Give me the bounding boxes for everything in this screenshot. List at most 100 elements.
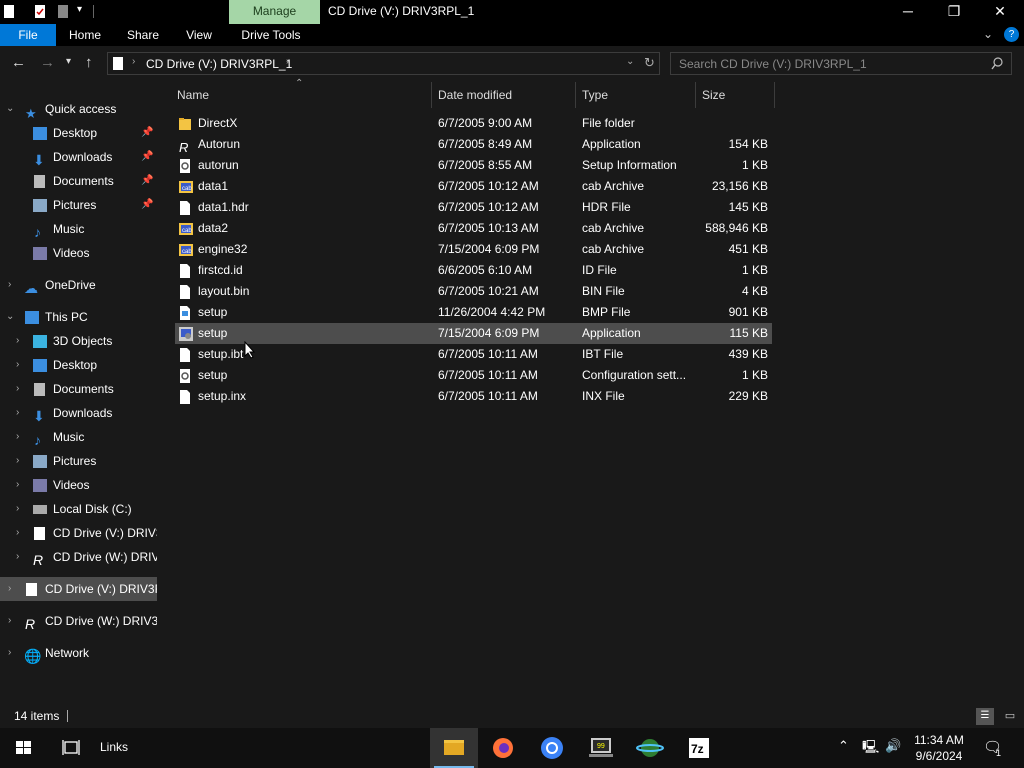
sidebar-item-quick-access[interactable]: ⌄ ★ Quick access: [0, 97, 157, 121]
maximize-button[interactable]: ❐: [931, 0, 977, 24]
clock[interactable]: 11:34 AM 9/6/2024: [906, 732, 972, 764]
breadcrumb[interactable]: CD Drive (V:) DRIV3RPL_1: [146, 57, 292, 71]
column-header-name[interactable]: Name: [177, 82, 430, 108]
expand-chevron-icon[interactable]: ›: [16, 425, 19, 449]
sidebar-item-3d-objects[interactable]: › 3D Objects: [0, 329, 157, 353]
column-divider[interactable]: [575, 82, 576, 108]
forward-arrow-icon[interactable]: →: [40, 54, 55, 71]
file-row[interactable]: setup 6/7/2005 10:11 AM Configuration sett…: [175, 365, 772, 386]
sidebar-item-this-pc[interactable]: ⌄ This PC: [0, 305, 157, 329]
close-button[interactable]: ✕: [977, 0, 1023, 24]
file-row[interactable]: cab engine32 7/15/2004 6:09 PM cab Archive 4…: [175, 239, 772, 260]
expand-chevron-icon[interactable]: ›: [8, 273, 11, 297]
file-row[interactable]: cab data2 6/7/2005 10:13 AM cab Archive 588,…: [175, 218, 772, 239]
task-view-icon[interactable]: [48, 728, 96, 768]
column-divider[interactable]: [431, 82, 432, 108]
expand-chevron-icon[interactable]: ›: [16, 521, 19, 545]
back-arrow-icon[interactable]: ←: [11, 54, 26, 71]
address-dropdown-icon[interactable]: ⌄: [626, 56, 634, 67]
file-explorer-icon[interactable]: [430, 728, 478, 768]
sidebar-item-documents[interactable]: Documents 📌: [0, 169, 157, 193]
sidebar-item-local-disk[interactable]: › Local Disk (C:): [0, 497, 157, 521]
search-box[interactable]: Search CD Drive (V:) DRIV3RPL_1: [670, 52, 1012, 75]
firefox-icon[interactable]: [479, 728, 527, 768]
tab-home[interactable]: Home: [60, 24, 110, 46]
start-windows-icon[interactable]: [0, 728, 48, 768]
file-row[interactable]: firstcd.id 6/6/2005 6:10 AM ID File 1 KB: [175, 260, 772, 281]
sidebar-item-desktop[interactable]: Desktop 📌: [0, 121, 157, 145]
volume-icon[interactable]: 🔊: [885, 738, 901, 754]
sidebar-item-cd-drive-v-pc[interactable]: › CD Drive (V:) DRIV3RPL_1: [0, 521, 157, 545]
expand-chevron-icon[interactable]: ⌄: [6, 97, 14, 121]
sidebar-item-cd-drive-w-pc[interactable]: › R CD Drive (W:) DRIV3RPL_2: [0, 545, 157, 569]
expand-chevron-icon[interactable]: ›: [8, 641, 11, 665]
file-row[interactable]: setup 11/26/2004 4:42 PM BMP File 901 KB: [175, 302, 772, 323]
file-row[interactable]: setup.inx 6/7/2005 10:11 AM INX File 229 KB: [175, 386, 772, 407]
links-toolbar[interactable]: Links: [100, 740, 128, 754]
search-icon[interactable]: [991, 57, 1004, 70]
file-row[interactable]: setup.ibt 6/7/2005 10:11 AM IBT File 439 KB: [175, 344, 772, 365]
network-app-icon[interactable]: [626, 728, 674, 768]
sidebar-item-downloads-pc[interactable]: › ⬇ Downloads: [0, 401, 157, 425]
tab-manage[interactable]: Manage: [229, 0, 320, 24]
expand-chevron-icon[interactable]: ›: [8, 609, 11, 633]
sidebar-item-cd-drive-w[interactable]: › R CD Drive (W:) DRIV3RPL_2: [0, 609, 157, 633]
expand-chevron-icon[interactable]: ›: [16, 449, 19, 473]
sidebar-item-pictures-pc[interactable]: › Pictures: [0, 449, 157, 473]
expand-chevron-icon[interactable]: ›: [8, 577, 11, 601]
file-row[interactable]: R Autorun 6/7/2005 8:49 AM Application 154 K…: [175, 134, 772, 155]
column-divider[interactable]: [695, 82, 696, 108]
file-icon[interactable]: [3, 4, 15, 19]
sidebar-item-cd-drive-v[interactable]: › CD Drive (V:) DRIV3RPL_1: [0, 577, 157, 601]
sidebar-item-downloads[interactable]: ⬇ Downloads 📌: [0, 145, 157, 169]
breadcrumb-chevron-icon[interactable]: ›: [286, 56, 289, 67]
column-divider[interactable]: [774, 82, 775, 108]
tab-drive-tools[interactable]: Drive Tools: [235, 24, 307, 46]
expand-chevron-icon[interactable]: ›: [16, 401, 19, 425]
file-row[interactable]: layout.bin 6/7/2005 10:21 AM BIN File 4 KB: [175, 281, 772, 302]
help-icon[interactable]: ?: [1004, 27, 1019, 42]
expand-ribbon-icon[interactable]: ⌄: [983, 27, 993, 41]
file-row[interactable]: data1.hdr 6/7/2005 10:12 AM HDR File 145 KB: [175, 197, 772, 218]
chrome-icon[interactable]: [528, 728, 576, 768]
game-launcher-icon[interactable]: 99: [577, 728, 625, 768]
up-arrow-icon[interactable]: ↑: [85, 54, 93, 71]
sidebar-item-videos-pc[interactable]: › Videos: [0, 473, 157, 497]
address-bar[interactable]: › CD Drive (V:) DRIV3RPL_1 › ⌄ ↻: [107, 52, 660, 75]
expand-chevron-icon[interactable]: ›: [16, 353, 19, 377]
tab-view[interactable]: View: [176, 24, 222, 46]
file-row[interactable]: setup 7/15/2004 6:09 PM Application 115 KB: [175, 323, 772, 344]
tab-file[interactable]: File: [0, 24, 56, 46]
sidebar-item-music-pc[interactable]: › ♪ Music: [0, 425, 157, 449]
details-view-icon[interactable]: ☰: [976, 708, 994, 725]
large-icons-view-icon[interactable]: ▭: [1001, 708, 1019, 725]
sidebar-item-onedrive[interactable]: › ☁ OneDrive: [0, 273, 157, 297]
column-header-date[interactable]: Date modified: [438, 82, 574, 108]
minimize-button[interactable]: ─: [885, 0, 931, 24]
file-row[interactable]: DirectX 6/7/2005 9:00 AM File folder: [175, 113, 772, 134]
expand-chevron-icon[interactable]: ›: [16, 545, 19, 569]
search-input[interactable]: Search CD Drive (V:) DRIV3RPL_1: [679, 57, 867, 71]
tab-share[interactable]: Share: [118, 24, 168, 46]
recent-locations-icon[interactable]: ▾: [66, 56, 71, 67]
expand-chevron-icon[interactable]: ⌄: [6, 305, 14, 329]
expand-chevron-icon[interactable]: ›: [16, 329, 19, 353]
new-folder-icon[interactable]: [57, 4, 69, 19]
column-header-type[interactable]: Type: [582, 82, 692, 108]
quick-access-dropdown-icon[interactable]: ▾: [77, 4, 82, 15]
properties-icon[interactable]: [34, 4, 46, 19]
expand-chevron-icon[interactable]: ›: [16, 377, 19, 401]
sidebar-item-pictures[interactable]: Pictures 📌: [0, 193, 157, 217]
column-header-size[interactable]: Size: [702, 82, 772, 108]
network-status-icon[interactable]: 🖳: [862, 738, 879, 760]
sidebar-item-network[interactable]: › 🌐 Network: [0, 641, 157, 665]
sidebar-item-videos[interactable]: Videos: [0, 241, 157, 265]
file-row[interactable]: cab data1 6/7/2005 10:12 AM cab Archive 23,1…: [175, 176, 772, 197]
refresh-icon[interactable]: ↻: [644, 55, 655, 71]
expand-chevron-icon[interactable]: ›: [16, 473, 19, 497]
7zip-icon[interactable]: 7z: [675, 728, 723, 768]
show-hidden-icons-icon[interactable]: ⌃: [838, 738, 849, 754]
sidebar-item-documents-pc[interactable]: › Documents: [0, 377, 157, 401]
file-row[interactable]: autorun 6/7/2005 8:55 AM Setup Information…: [175, 155, 772, 176]
expand-chevron-icon[interactable]: ›: [16, 497, 19, 521]
